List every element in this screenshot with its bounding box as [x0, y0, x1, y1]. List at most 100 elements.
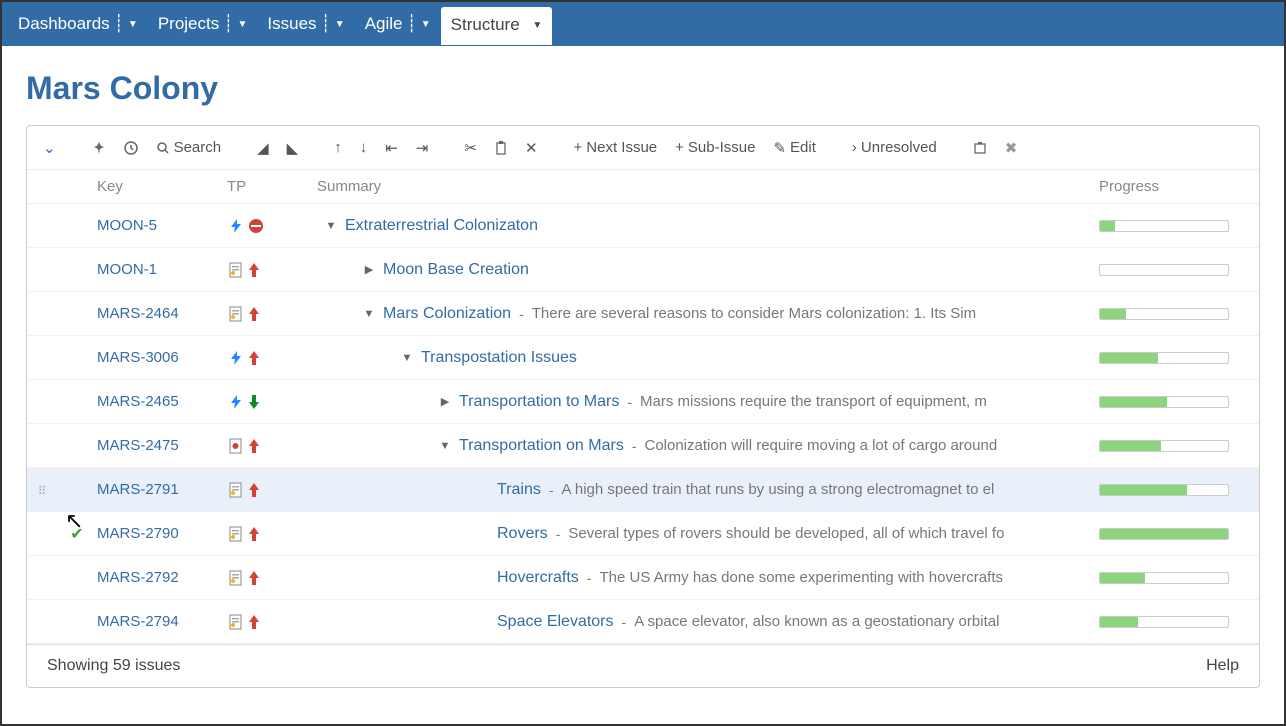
collapse-icon[interactable]: ◢: [251, 135, 275, 161]
issue-summary[interactable]: Hovercrafts: [497, 569, 579, 587]
issue-summary[interactable]: Mars Colonization: [383, 305, 511, 323]
structure-panel: ⌄ Search ◢ ◣ ↑ ↓ ⇤ ⇥ ✂ ✕ + Next Issue + …: [26, 125, 1260, 688]
priority-icon: [247, 437, 261, 455]
expand-icon[interactable]: ◣: [281, 135, 305, 161]
table-row[interactable]: MARS-2464▼Mars Colonization - There are …: [27, 292, 1259, 336]
progress-bar: [1099, 528, 1229, 540]
paste-icon[interactable]: [489, 137, 513, 159]
issue-summary[interactable]: Rovers: [497, 525, 548, 543]
issue-key[interactable]: MARS-2794: [97, 613, 179, 630]
table-row[interactable]: ✔MARS-2790Rovers - Several types of rove…: [27, 512, 1259, 556]
issue-description: There are several reasons to consider Ma…: [532, 305, 976, 322]
issue-key[interactable]: MARS-2475: [97, 437, 179, 454]
issue-type-icon: [227, 305, 245, 323]
search-button[interactable]: Search: [150, 135, 228, 160]
chevron-down-icon: ▼: [532, 20, 542, 31]
issue-key[interactable]: MOON-5: [97, 217, 157, 234]
col-progress[interactable]: Progress: [1099, 178, 1259, 195]
issue-type-icon: [227, 437, 245, 455]
check-icon: ✔: [70, 526, 83, 543]
next-issue-button[interactable]: + Next Issue: [568, 135, 664, 160]
issue-type-icon: [227, 569, 245, 587]
table-row[interactable]: MOON-5 ▼ Extraterrestrial Colonizaton: [27, 204, 1259, 248]
issue-summary[interactable]: Transpostation Issues: [421, 349, 577, 367]
unresolved-button[interactable]: › Unresolved: [846, 135, 943, 160]
issue-summary[interactable]: Trains: [497, 481, 541, 499]
progress-bar: [1099, 616, 1229, 628]
pin-icon[interactable]: [86, 137, 112, 159]
nav-projects[interactable]: Projects┊▼: [148, 4, 258, 44]
nav-structure[interactable]: Structure ▼: [441, 7, 553, 45]
chevron-down-icon: ▼: [421, 19, 431, 30]
progress-bar: [1099, 352, 1229, 364]
expand-arrow-icon[interactable]: ▶: [439, 395, 451, 408]
chevron-down-icon: ▼: [238, 19, 248, 30]
issue-type-icon: [227, 613, 245, 631]
issue-type-icon: [227, 349, 245, 367]
progress-bar: [1099, 308, 1229, 320]
expand-arrow-icon[interactable]: ▼: [325, 220, 337, 232]
table-row[interactable]: MARS-2475▼Transportation on Mars - Colon…: [27, 424, 1259, 468]
issue-summary[interactable]: Extraterrestrial Colonizaton: [345, 217, 538, 235]
export-icon[interactable]: [967, 137, 993, 159]
priority-icon: [247, 613, 261, 631]
expand-toggle-icon[interactable]: ⌄: [37, 135, 62, 161]
progress-bar: [1099, 264, 1229, 276]
issue-type-icon: [227, 393, 245, 411]
help-link[interactable]: Help: [1206, 657, 1239, 675]
table-row[interactable]: MARS-2465▶Transportation to Mars - Mars …: [27, 380, 1259, 424]
expand-arrow-icon[interactable]: ▼: [439, 440, 451, 452]
expand-arrow-icon[interactable]: ▼: [401, 352, 413, 364]
col-summary[interactable]: Summary: [317, 178, 1099, 195]
separator: ┊: [321, 14, 331, 34]
table-header: Key TP Summary Progress: [27, 170, 1259, 204]
issue-key[interactable]: MOON-1: [97, 261, 157, 278]
drag-handle-icon[interactable]: ⠿: [38, 484, 47, 498]
clock-icon[interactable]: [118, 137, 144, 159]
page-title: Mars Colony: [26, 70, 1260, 107]
delete-icon[interactable]: ✕: [519, 135, 544, 161]
expand-arrow-icon[interactable]: ▼: [363, 308, 375, 320]
nav-issues[interactable]: Issues┊▼: [257, 4, 354, 44]
edit-button[interactable]: ✎ Edit: [767, 135, 821, 161]
table-row[interactable]: MARS-2792Hovercrafts - The US Army has d…: [27, 556, 1259, 600]
remove-icon[interactable]: ✖: [999, 135, 1024, 161]
issue-summary[interactable]: Moon Base Creation: [383, 261, 529, 279]
progress-bar: [1099, 572, 1229, 584]
priority-icon: [247, 525, 261, 543]
separator: ┊: [223, 14, 233, 34]
footer: Showing 59 issues Help: [27, 644, 1259, 687]
nav-dashboards[interactable]: Dashboards┊▼: [8, 4, 148, 44]
table-row[interactable]: ⠿MARS-2791Trains - A high speed train th…: [27, 468, 1259, 512]
issue-type-icon: [227, 261, 245, 279]
issue-summary[interactable]: Transportation on Mars: [459, 437, 624, 455]
table-row[interactable]: MARS-2794Space Elevators - A space eleva…: [27, 600, 1259, 644]
indent-icon[interactable]: ⇥: [410, 135, 435, 161]
issue-key[interactable]: MARS-2790: [97, 525, 179, 542]
col-tp[interactable]: TP: [227, 178, 317, 195]
issue-type-icon: [227, 525, 245, 543]
issue-summary[interactable]: Space Elevators: [497, 613, 614, 631]
showing-count: Showing 59 issues: [47, 657, 180, 675]
cut-icon[interactable]: ✂: [458, 135, 483, 161]
issue-key[interactable]: MARS-3006: [97, 349, 179, 366]
move-down-icon[interactable]: ↓: [354, 135, 374, 160]
priority-icon: [247, 481, 261, 499]
move-up-icon[interactable]: ↑: [328, 135, 348, 160]
issue-summary[interactable]: Transportation to Mars: [459, 393, 619, 411]
issue-key[interactable]: MARS-2464: [97, 305, 179, 322]
separator: ┊: [114, 14, 124, 34]
nav-agile[interactable]: Agile┊▼: [355, 4, 441, 44]
priority-icon: [247, 217, 265, 235]
sub-issue-button[interactable]: + Sub-Issue: [669, 135, 761, 160]
issue-description: The US Army has done some experimenting …: [599, 569, 1003, 586]
issue-key[interactable]: MARS-2465: [97, 393, 179, 410]
table-row[interactable]: MARS-3006 ▼ Transpostation Issues: [27, 336, 1259, 380]
issue-key[interactable]: MARS-2791: [97, 481, 179, 498]
issue-key[interactable]: MARS-2792: [97, 569, 179, 586]
expand-arrow-icon[interactable]: ▶: [363, 263, 375, 276]
col-key[interactable]: Key: [97, 178, 227, 195]
outdent-icon[interactable]: ⇤: [379, 135, 404, 161]
progress-bar: [1099, 220, 1229, 232]
table-row[interactable]: MOON-1 ▶ Moon Base Creation: [27, 248, 1259, 292]
